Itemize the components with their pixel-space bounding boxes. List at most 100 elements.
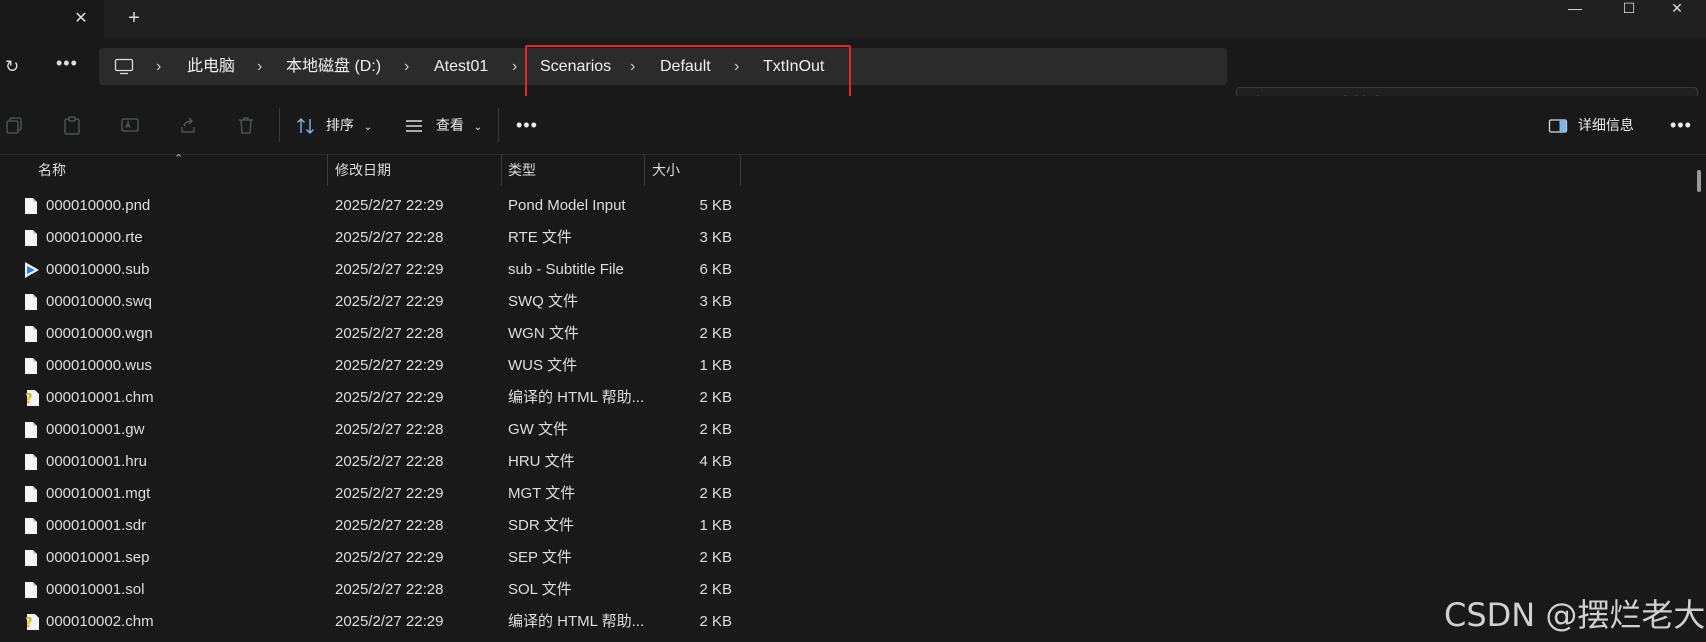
view-label: 查看 (435, 117, 464, 133)
file-type: SDR 文件 (508, 517, 574, 534)
file-type: RTE 文件 (508, 229, 572, 246)
file-modified-date: 2025/2/27 22:28 (335, 517, 444, 534)
file-row[interactable]: 000010000.wgn 2025/2/27 22:28 WGN 文件 2 KB (0, 318, 745, 350)
file-row[interactable]: 000010000.sub 2025/2/27 22:29 sub - Subtit… (0, 254, 745, 286)
column-header-date[interactable]: 修改日期 (335, 154, 391, 186)
file-type: sub - Subtitle File (508, 261, 624, 278)
breadcrumb-separator: › (257, 58, 263, 75)
new-tab-icon[interactable]: + (124, 8, 144, 28)
computer-icon[interactable] (114, 58, 134, 75)
minimize-icon[interactable]: — (1552, 0, 1598, 18)
file-row[interactable]: ? 000010001.chm 2025/2/27 22:29 编译的 HTML 帮助… (0, 382, 745, 414)
breadcrumb-atest01[interactable]: Atest01 (434, 48, 488, 85)
view-button[interactable]: 查看 ⌄ (404, 108, 482, 142)
file-modified-date: 2025/2/27 22:28 (335, 581, 444, 598)
sort-button[interactable]: 排序 ⌄ (296, 108, 372, 142)
file-type: 编译的 HTML 帮助... (508, 389, 643, 406)
column-header-type[interactable]: 类型 (508, 154, 536, 186)
file-name: 000010002.chm (46, 613, 154, 630)
help-file-icon: ? (24, 389, 39, 407)
file-row[interactable]: 000010000.swq 2025/2/27 22:29 SWQ 文件 3 KB (0, 286, 745, 318)
file-size: 2 KB (699, 421, 732, 438)
file-modified-date: 2025/2/27 22:28 (335, 325, 444, 342)
maximize-icon[interactable]: ☐ (1606, 0, 1652, 18)
file-size: 1 KB (699, 517, 732, 534)
file-icon (24, 581, 38, 599)
file-row[interactable]: 000010001.gw 2025/2/27 22:28 GW 文件 2 KB (0, 414, 745, 446)
file-modified-date: 2025/2/27 22:28 (335, 421, 444, 438)
chevron-down-icon: ⌄ (363, 122, 373, 133)
file-type: WGN 文件 (508, 325, 579, 342)
active-tab[interactable]: ✕ (0, 0, 104, 38)
path-highlight-box (525, 45, 851, 101)
file-modified-date: 2025/2/27 22:29 (335, 293, 444, 310)
file-modified-date: 2025/2/27 22:29 (335, 197, 444, 214)
file-name: 000010001.mgt (46, 485, 151, 502)
tab-close-icon[interactable]: ✕ (71, 9, 91, 29)
sort-ascending-icon: ⌃ (174, 153, 184, 165)
file-modified-date: 2025/2/27 22:29 (335, 485, 444, 502)
file-icon (24, 293, 38, 311)
share-icon[interactable] (178, 115, 198, 135)
more-actions-icon[interactable]: ••• (516, 108, 538, 142)
more-options-icon[interactable]: ••• (56, 54, 82, 76)
file-type: 编译的 HTML 帮助... (508, 613, 643, 630)
column-header-row: ⌃ 名称 修改日期 类型 大小 (0, 153, 745, 186)
file-name: 000010001.chm (46, 389, 154, 406)
details-pane-button[interactable]: 详细信息 (1548, 108, 1634, 142)
breadcrumb-local-disk-d[interactable]: 本地磁盘 (D:) (286, 48, 381, 85)
paste-icon[interactable] (62, 115, 82, 135)
file-name: 000010001.hru (46, 453, 147, 470)
file-size: 3 KB (699, 229, 732, 246)
copy-icon[interactable] (4, 115, 24, 135)
file-name: 000010000.wgn (46, 325, 153, 342)
file-row[interactable]: 000010000.pnd 2025/2/27 22:29 Pond Model I… (0, 190, 745, 222)
subtitle-file-icon (24, 261, 40, 279)
file-type: GW 文件 (508, 421, 568, 438)
delete-icon[interactable] (236, 115, 256, 135)
refresh-icon[interactable]: ↻ (5, 57, 25, 77)
column-header-size[interactable]: 大小 (652, 154, 680, 186)
file-size: 2 KB (699, 485, 732, 502)
file-modified-date: 2025/2/27 22:28 (335, 229, 444, 246)
file-row[interactable]: 000010000.wus 2025/2/27 22:29 WUS 文件 1 KB (0, 350, 745, 382)
file-row[interactable]: 000010001.sep 2025/2/27 22:29 SEP 文件 2 KB (0, 542, 745, 574)
file-row[interactable]: 000010001.mgt 2025/2/27 22:29 MGT 文件 2 KB (0, 478, 745, 510)
title-bar: ✕ + — ☐ ✕ (0, 0, 1706, 38)
file-row[interactable]: 000010001.hru 2025/2/27 22:28 HRU 文件 4 KB (0, 446, 745, 478)
file-list: 000010000.pnd 2025/2/27 22:29 Pond Model I… (0, 190, 745, 638)
column-separator[interactable] (327, 154, 328, 186)
column-header-name[interactable]: 名称 (38, 154, 66, 186)
watermark: CSDN @摆烂老大 (1444, 596, 1706, 634)
file-row[interactable]: 000010000.rte 2025/2/27 22:28 RTE 文件 3 KB (0, 222, 745, 254)
file-type: HRU 文件 (508, 453, 575, 470)
file-size: 2 KB (699, 613, 732, 630)
breadcrumb-this-pc[interactable]: 此电脑 (187, 48, 235, 85)
breadcrumb-separator: › (404, 58, 410, 75)
toolbar-divider (498, 108, 499, 142)
column-separator[interactable] (501, 154, 502, 186)
close-window-icon[interactable]: ✕ (1654, 0, 1700, 18)
column-separator[interactable] (644, 154, 645, 186)
file-icon (24, 453, 38, 471)
toolbar-overflow-icon[interactable]: ••• (1670, 108, 1692, 142)
chevron-down-icon: ⌄ (473, 122, 483, 133)
toolbar-divider (279, 108, 280, 142)
file-size: 6 KB (699, 261, 732, 278)
file-row[interactable]: 000010001.sol 2025/2/27 22:28 SOL 文件 2 KB (0, 574, 745, 606)
navigation-bar: ↻ ••• › 此电脑 › 本地磁盘 (D:) › Atest01 › Scen… (0, 38, 1706, 122)
file-icon (24, 357, 38, 375)
vertical-scrollbar[interactable] (1697, 170, 1701, 192)
breadcrumb-separator: › (156, 58, 162, 75)
column-separator[interactable] (740, 154, 741, 186)
rename-icon[interactable] (120, 115, 140, 135)
file-name: 000010000.wus (46, 357, 152, 374)
file-row[interactable]: ? 000010002.chm 2025/2/27 22:29 编译的 HTML 帮助… (0, 606, 745, 638)
file-modified-date: 2025/2/27 22:28 (335, 453, 444, 470)
svg-text:?: ? (25, 616, 33, 631)
file-modified-date: 2025/2/27 22:29 (335, 261, 444, 278)
file-icon (24, 421, 38, 439)
file-type: Pond Model Input (508, 197, 626, 214)
file-row[interactable]: 000010001.sdr 2025/2/27 22:28 SDR 文件 1 KB (0, 510, 745, 542)
file-modified-date: 2025/2/27 22:29 (335, 613, 444, 630)
